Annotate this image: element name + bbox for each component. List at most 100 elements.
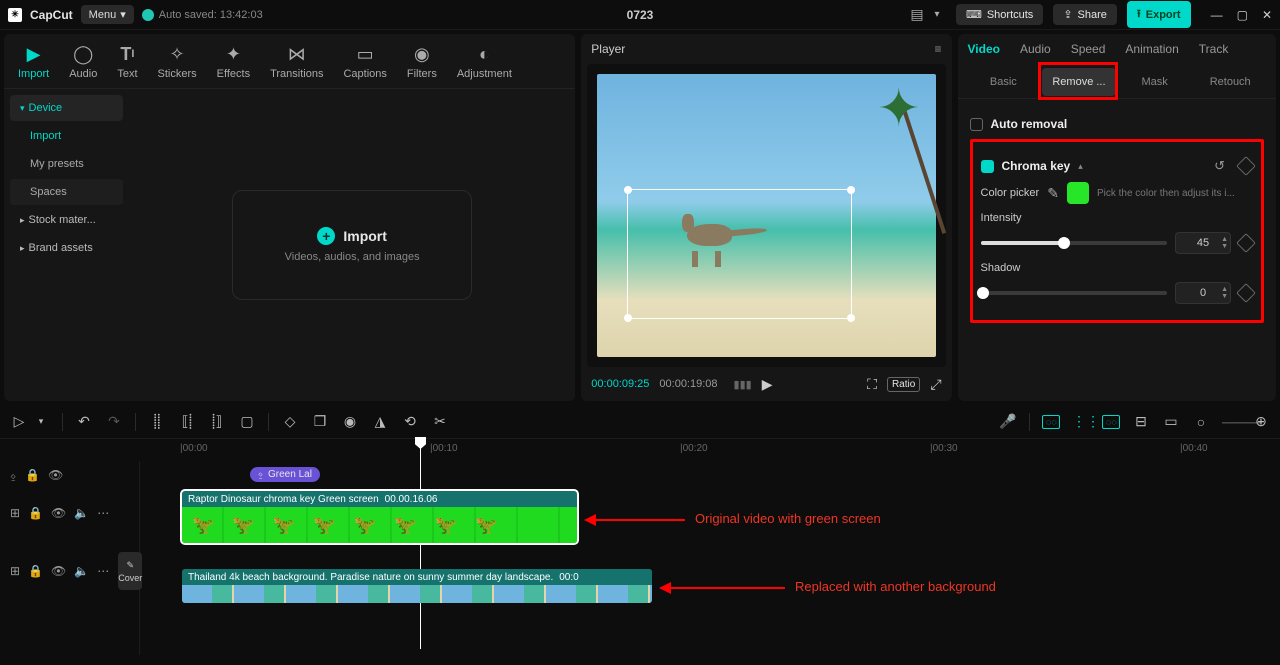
redo-icon[interactable]: ↷ [105,413,123,430]
lock-icon[interactable]: 🔒 [25,468,40,482]
tab-text[interactable]: TIText [107,40,147,88]
expand-icon[interactable]: ⊞ [10,506,20,520]
split-icon[interactable]: ⸽⸽ [148,412,166,431]
link-icon[interactable]: ⍚ [10,468,17,483]
shortcuts-button[interactable]: ⌨ Shortcuts [956,4,1043,25]
layout-icon[interactable]: ▤ [908,6,926,24]
checkbox-auto-removal[interactable] [970,118,983,131]
checkbox-chroma[interactable] [981,160,994,173]
shadow-value[interactable]: 0▲▼ [1175,282,1231,304]
sidebar-item-presets[interactable]: My presets [10,151,123,177]
keyframe-icon[interactable] [1236,283,1256,303]
eye-icon[interactable]: 👁 [48,468,63,482]
mic-icon[interactable]: 🎤 [999,413,1017,430]
tab-animation[interactable]: Animation [1125,42,1178,62]
maximize-button[interactable]: ▢ [1237,8,1248,22]
trim-right-icon[interactable]: ⸽⟧ [208,412,226,431]
select-tool-icon[interactable]: ▷ [10,413,28,430]
lock-icon[interactable]: 🔒 [28,506,43,520]
zoom-in-icon[interactable]: ⊕ [1252,413,1270,430]
sidebar-item-spaces[interactable]: Spaces [10,179,123,205]
media-drop-area[interactable]: +Import Videos, audios, and images [129,89,575,401]
track-head-tags[interactable]: ⍚ 🔒 👁 [0,461,139,489]
clip-video-background[interactable]: Thailand 4k beach background. Paradise n… [182,569,652,603]
delete-icon[interactable]: ▢ [238,413,256,430]
export-button[interactable]: ⭱ Export [1127,1,1191,28]
track-mode2-icon[interactable]: ⋮⋮ [1072,413,1090,430]
keyframe-icon[interactable] [1236,233,1256,253]
crop-icon[interactable]: ✂ [431,413,449,430]
mute-icon[interactable]: 🔈 [74,506,89,520]
lock-icon[interactable]: 🔒 [28,564,43,578]
mute-icon[interactable]: 🔈 [74,564,89,578]
track-head-v1[interactable]: ⊞ 🔒 👁 🔈 ⋯ ✎ Cover [0,537,139,605]
tab-video[interactable]: Video [968,42,1000,62]
player-menu-icon[interactable]: ≡ [935,42,942,56]
resize-handle[interactable] [624,186,632,194]
timeline-tracks[interactable]: ⍚ Green Lal Raptor Dinosaur chroma key G… [140,461,1280,655]
chevron-up-icon[interactable]: ▴ [1078,161,1083,172]
subtab-remove[interactable]: Remove ... [1042,68,1116,96]
expand-icon[interactable]: ⊞ [10,564,20,578]
intensity-value[interactable]: 45▲▼ [1175,232,1231,254]
track-mode1-icon[interactable]: ◌◌ [1042,415,1060,429]
chevron-down-icon[interactable]: ▾ [928,6,946,24]
reverse-icon[interactable]: ◉ [341,413,359,430]
cover-button[interactable]: ✎ Cover [118,552,142,590]
sidebar-item-import[interactable]: Import [10,123,123,149]
scale-fit-icon[interactable]: ⛶ [867,376,877,393]
align-icon[interactable]: ⊟ [1132,413,1150,430]
more-icon[interactable]: ⋯ [97,564,110,578]
menu-button[interactable]: Menu ▾ [81,5,134,24]
tab-adjustment[interactable]: ◐Adjustment [447,40,522,88]
eye-icon[interactable]: 👁 [51,506,66,520]
rotate-icon[interactable]: ⟲ [401,413,419,430]
chroma-key-row[interactable]: Chroma key ▴ ↺ [981,158,1253,174]
minimize-button[interactable]: — [1211,8,1223,22]
reset-icon[interactable]: ↺ [1214,158,1225,174]
subtab-mask[interactable]: Mask [1118,68,1192,96]
selection-box[interactable] [627,189,852,319]
marker-icon[interactable]: ◇ [281,413,299,430]
project-title[interactable]: 0723 [627,8,654,22]
mirror-icon[interactable]: ◮ [371,413,389,430]
eyedropper-icon[interactable]: ✎ [1047,185,1059,202]
ratio-button[interactable]: Ratio [887,377,920,392]
intensity-slider[interactable] [981,241,1167,245]
tab-import[interactable]: ▶Import [8,40,59,88]
undo-icon[interactable]: ↶ [75,413,93,430]
tab-effects[interactable]: ✦Effects [207,40,260,88]
trim-left-icon[interactable]: ⟦⸽ [178,412,196,431]
tab-audio[interactable]: Audio [1020,42,1051,62]
chevron-down-icon[interactable]: ▾ [32,416,50,427]
keyframe-icon[interactable] [1236,156,1256,176]
fullscreen-icon[interactable]: ⤢ [930,376,941,393]
tab-audio[interactable]: ◯Audio [59,40,107,88]
clip-video-greenscreen[interactable]: Raptor Dinosaur chroma key Green screen0… [182,491,577,543]
more-icon[interactable]: ⋯ [97,506,110,520]
subtab-basic[interactable]: Basic [967,68,1041,96]
tab-track[interactable]: Track [1199,42,1229,62]
play-button[interactable]: ▶ [762,376,773,393]
share-button[interactable]: ⇪ Share [1053,4,1117,25]
timeline-ruler[interactable]: |00:00 |00:10 |00:20 |00:30 |00:40 [140,439,1280,461]
zoom-slider[interactable]: ──── [1222,414,1240,430]
subtab-retouch[interactable]: Retouch [1193,68,1267,96]
track-mode3-icon[interactable]: ◌◌ [1102,415,1120,429]
tab-stickers[interactable]: ✧Stickers [148,40,207,88]
player-stage[interactable] [587,64,945,367]
close-button[interactable]: ✕ [1262,8,1272,22]
eye-icon[interactable]: 👁 [51,564,66,578]
tab-transitions[interactable]: ⋈Transitions [260,40,333,88]
track-head-v2[interactable]: ⊞ 🔒 👁 🔈 ⋯ [0,489,139,537]
tab-speed[interactable]: Speed [1071,42,1106,62]
compare-icon[interactable]: ▮▮▮ [734,378,752,391]
auto-removal-row[interactable]: Auto removal [970,117,1264,131]
tab-captions[interactable]: ▭Captions [333,40,396,88]
clip-tag[interactable]: ⍚ Green Lal [250,467,320,482]
sidebar-item-brand[interactable]: ▸Brand assets [10,235,123,261]
sidebar-item-device[interactable]: ▾Device [10,95,123,121]
zoom-out-icon[interactable]: ○ [1192,414,1210,430]
shadow-slider[interactable] [981,291,1167,295]
tab-filters[interactable]: ◉Filters [397,40,447,88]
